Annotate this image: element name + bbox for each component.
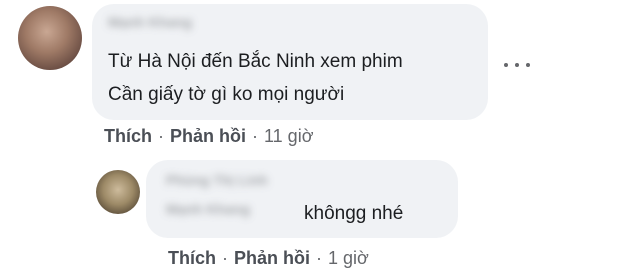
separator: · — [252, 126, 258, 146]
separator: · — [158, 126, 164, 146]
reply-author-avatar[interactable] — [96, 170, 140, 214]
comment-actions: Thích · Phản hồi · 11 giờ — [104, 126, 314, 147]
separator: · — [222, 248, 228, 268]
separator: · — [316, 248, 322, 268]
reply-button[interactable]: Phản hồi — [170, 126, 246, 147]
reply-actions: Thích · Phản hồi · 1 giờ — [168, 248, 369, 269]
reply-mention-tag[interactable]: Mạnh Khang — [166, 201, 250, 217]
more-options-icon[interactable] — [504, 52, 530, 78]
like-button[interactable]: Thích — [104, 126, 152, 147]
reply-author-name[interactable]: Phùng Thị Linh — [166, 172, 268, 188]
comment-text-line-2: Cần giấy tờ gì ko mọi người — [108, 84, 345, 105]
comment-timestamp[interactable]: 11 giờ — [264, 126, 314, 147]
comment-author-name[interactable]: Mạnh Khang — [108, 14, 192, 30]
reply-like-button[interactable]: Thích — [168, 248, 216, 269]
comment-text-line-1: Từ Hà Nội đến Bắc Ninh xem phim — [108, 51, 403, 72]
reply-timestamp[interactable]: 1 giờ — [328, 248, 369, 269]
comment-author-avatar[interactable] — [18, 6, 82, 70]
reply-text: khôngg nhé — [304, 203, 404, 224]
reply-reply-button[interactable]: Phản hồi — [234, 248, 310, 269]
